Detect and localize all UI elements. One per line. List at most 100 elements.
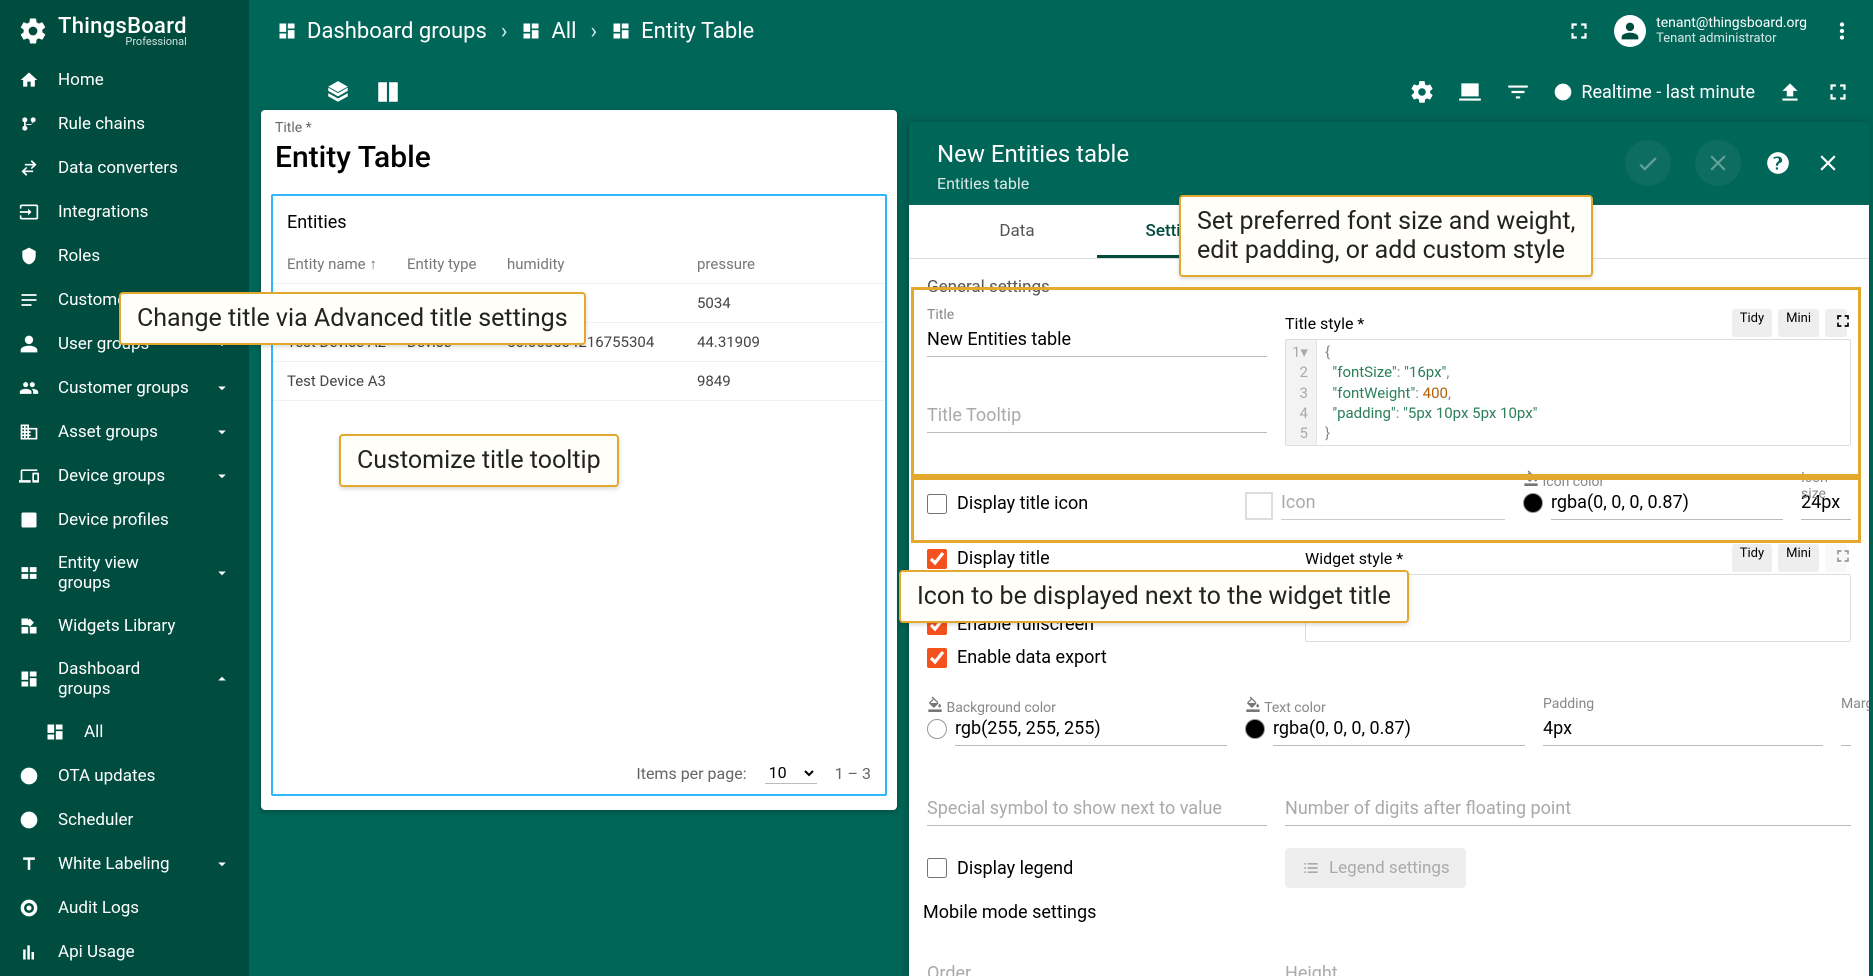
sidebar-item[interactable]: Device profiles — [0, 498, 249, 542]
sidebar-item[interactable]: Asset groups — [0, 410, 249, 454]
widget-title-label: Title * — [275, 120, 883, 136]
user-email: tenant@thingsboard.org — [1656, 15, 1807, 31]
margin-field[interactable]: Margin — [1841, 696, 1851, 746]
pager: Items per page: 10 1 – 3 — [636, 762, 871, 784]
fullscreen-icon[interactable] — [1825, 79, 1851, 105]
apply-button[interactable] — [1625, 140, 1671, 186]
sidebar-item[interactable]: Audit Logs — [0, 886, 249, 930]
margin-input[interactable] — [1841, 712, 1851, 746]
topbar: Dashboard groups › All › Entity Table te… — [249, 0, 1873, 62]
title-input[interactable] — [927, 323, 1267, 357]
mini-button[interactable]: Mini — [1778, 309, 1819, 337]
icon-color-swatch[interactable] — [1523, 493, 1543, 513]
nav-icon — [18, 465, 40, 487]
callout-icon: Icon to be displayed next to the widget … — [899, 570, 1409, 623]
bg-color-input[interactable] — [955, 712, 1227, 746]
editor-fullscreen-button[interactable] — [1825, 544, 1847, 572]
editor-fullscreen-button[interactable] — [1825, 309, 1847, 337]
nav-icon — [18, 289, 40, 311]
display-title-icon-checkbox[interactable]: Display title icon — [927, 487, 1227, 520]
sidebar-item[interactable]: Entity view groups — [0, 542, 249, 604]
sidebar-item[interactable]: Roles — [0, 234, 249, 278]
sidebar-item[interactable]: Scheduler — [0, 798, 249, 842]
settings-icon[interactable] — [1409, 79, 1435, 105]
icon-color-field[interactable]: Icon color — [1523, 470, 1783, 520]
icon-color-input[interactable] — [1551, 486, 1783, 520]
sidebar-item[interactable]: Data converters — [0, 146, 249, 190]
icon-size-field[interactable]: Icon size — [1801, 470, 1851, 520]
sidebar-sub-item[interactable]: All — [0, 710, 249, 754]
sidebar-item[interactable]: Home — [0, 58, 249, 102]
order-field[interactable] — [927, 941, 1267, 976]
nav-icon — [18, 562, 40, 584]
chevron-down-icon — [213, 379, 231, 397]
pager-size-select[interactable]: 10 — [765, 762, 817, 784]
height-input[interactable] — [1285, 957, 1851, 976]
filters-icon[interactable] — [1505, 79, 1531, 105]
sidebar-item[interactable]: Customer groups — [0, 366, 249, 410]
text-color-swatch[interactable] — [1245, 719, 1265, 739]
digits-input[interactable] — [1285, 792, 1851, 826]
icon-field[interactable] — [1245, 470, 1505, 520]
widget-style-tools: Tidy Mini — [1728, 542, 1851, 574]
display-legend-checkbox[interactable]: Display legend — [927, 852, 1267, 885]
text-color-input[interactable] — [1273, 712, 1525, 746]
column-header[interactable]: pressure — [697, 255, 817, 273]
title-field[interactable]: Title — [927, 307, 1267, 357]
column-header[interactable]: humidity — [507, 255, 697, 273]
layers-icon[interactable] — [325, 79, 351, 105]
entity-aliases-icon[interactable] — [1457, 79, 1483, 105]
title-tooltip-input[interactable] — [927, 399, 1267, 433]
dashboard-canvas: Realtime - last minute Title * Entity Ta… — [249, 62, 1873, 976]
order-input[interactable] — [927, 957, 1267, 976]
sidebar-item[interactable]: Widgets Library — [0, 604, 249, 648]
cancel-button[interactable] — [1695, 140, 1741, 186]
export-icon[interactable] — [1777, 79, 1803, 105]
more-icon[interactable] — [1829, 18, 1855, 44]
padding-field[interactable]: Padding — [1543, 696, 1823, 746]
table-row[interactable]: Test Device A39849 — [273, 362, 885, 401]
icon-input[interactable] — [1281, 486, 1505, 520]
close-icon[interactable] — [1815, 150, 1841, 176]
tidy-button[interactable]: Tidy — [1732, 544, 1772, 572]
nav-label: Asset groups — [58, 422, 195, 442]
tab-data[interactable]: Data — [937, 205, 1097, 258]
digits-field[interactable] — [1285, 776, 1851, 826]
background-color-field[interactable]: Background color — [927, 696, 1227, 746]
layout-icon[interactable] — [375, 79, 401, 105]
fullscreen-icon[interactable] — [1566, 18, 1592, 44]
tidy-button[interactable]: Tidy — [1732, 309, 1772, 337]
enable-data-export-checkbox[interactable]: Enable data export — [927, 641, 1287, 674]
column-header[interactable]: Entity type — [407, 255, 507, 273]
brand-logo[interactable]: ThingsBoard Professional — [0, 0, 249, 58]
bg-color-swatch[interactable] — [927, 719, 947, 739]
column-header[interactable]: Entity name ↑ — [287, 255, 407, 273]
nav-label: Integrations — [58, 202, 231, 222]
sidebar-item[interactable]: OTA updates — [0, 754, 249, 798]
mini-button[interactable]: Mini — [1778, 544, 1819, 572]
sidebar-item[interactable]: Api Usage — [0, 930, 249, 974]
timewindow[interactable]: Realtime - last minute — [1553, 82, 1755, 103]
dashboard-icon — [277, 21, 297, 41]
text-color-field[interactable]: Text color — [1245, 696, 1525, 746]
special-symbol-field[interactable] — [927, 776, 1267, 826]
breadcrumb-all[interactable]: All — [521, 19, 576, 44]
user-chip[interactable]: tenant@thingsboard.org Tenant administra… — [1614, 15, 1807, 47]
special-symbol-input[interactable] — [927, 792, 1267, 826]
height-field[interactable] — [1285, 941, 1851, 976]
padding-input[interactable] — [1543, 712, 1823, 746]
sidebar-item[interactable]: Device groups — [0, 454, 249, 498]
dashboard-icon — [521, 21, 541, 41]
title-style-editor[interactable]: 1▾2345 { "fontSize": "16px", "fontWeight… — [1285, 339, 1851, 446]
pager-label: Items per page: — [636, 764, 746, 783]
nav-label: Device profiles — [58, 510, 231, 530]
sidebar-item[interactable]: White Labeling — [0, 842, 249, 886]
breadcrumb-group[interactable]: Dashboard groups — [277, 19, 487, 44]
sidebar-item[interactable]: Dashboard groups — [0, 648, 249, 710]
title-tooltip-field[interactable] — [927, 383, 1267, 433]
breadcrumb-current[interactable]: Entity Table — [611, 19, 754, 44]
help-icon[interactable] — [1765, 150, 1791, 176]
sidebar-item[interactable]: Rule chains — [0, 102, 249, 146]
sidebar-item[interactable]: Integrations — [0, 190, 249, 234]
icon-preview[interactable] — [1245, 492, 1273, 520]
